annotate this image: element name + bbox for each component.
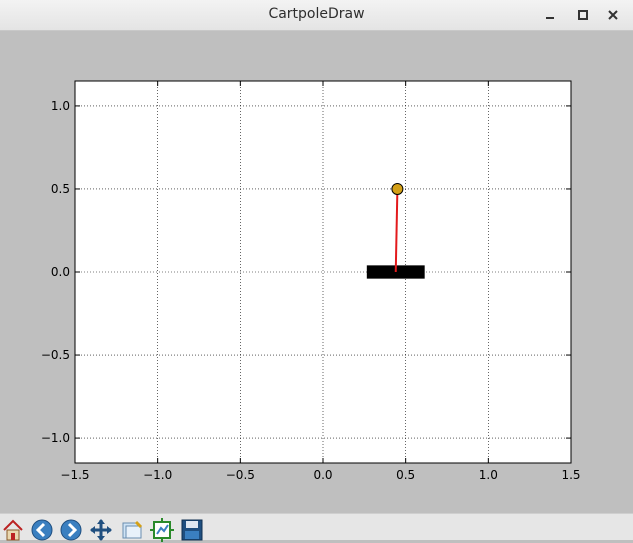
forward-icon[interactable] (58, 517, 84, 543)
home-icon[interactable] (0, 517, 26, 543)
pole-bob (391, 182, 404, 195)
x-tick-label: 1.0 (479, 468, 498, 482)
zoom-icon[interactable] (119, 517, 145, 543)
x-tick-label: 0.0 (313, 468, 332, 482)
window-titlebar: CartpoleDraw (0, 0, 633, 31)
x-tick-label: −1.0 (143, 468, 172, 482)
x-tick-label: 1.5 (561, 468, 580, 482)
navigation-toolbar (0, 513, 633, 543)
window-title: CartpoleDraw (268, 6, 365, 22)
x-tick-label: 0.5 (396, 468, 415, 482)
maximize-icon[interactable] (573, 5, 593, 25)
x-tick-label: −1.5 (60, 468, 89, 482)
y-tick-label: −0.5 (41, 348, 70, 362)
plot-svg: −1.5 −1.0 −0.5 0.0 0.5 1.0 1.5 −1.0 −0.5 0.0 0.5 1.… (41, 80, 581, 482)
subplots-icon[interactable] (149, 517, 175, 543)
y-tick-label: 0.0 (51, 265, 70, 279)
save-icon[interactable] (179, 517, 205, 543)
y-tick-label: −1.0 (41, 431, 70, 445)
minimize-icon[interactable] (540, 5, 560, 25)
close-icon[interactable] (603, 5, 623, 25)
figure-canvas[interactable]: −1.5 −1.0 −0.5 0.0 0.5 1.0 1.5 −1.0 −0.5 0.0 0.5 1.… (0, 31, 633, 513)
y-tick-label: 1.0 (51, 99, 70, 113)
y-tick-label: 0.5 (51, 182, 70, 196)
pan-icon[interactable] (88, 517, 114, 543)
x-tick-label: −0.5 (226, 468, 255, 482)
back-icon[interactable] (29, 517, 55, 543)
